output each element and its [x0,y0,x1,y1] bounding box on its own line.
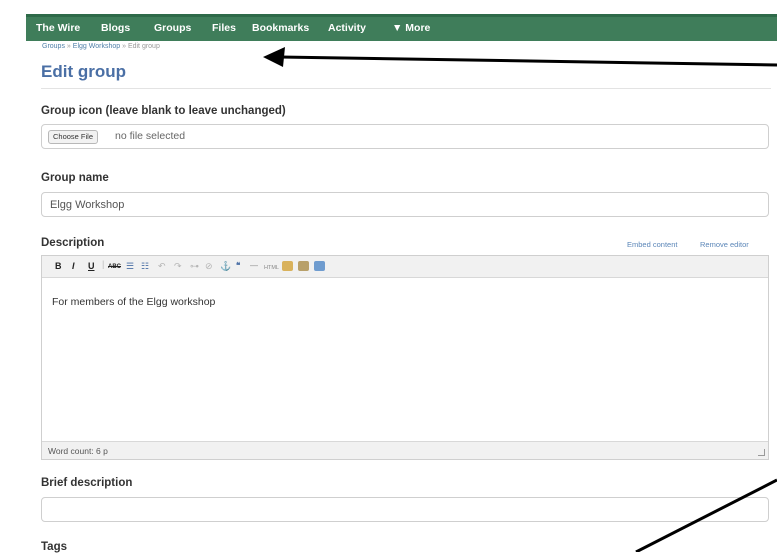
arrow-head-icon [263,47,285,67]
annotation-arrows [263,47,777,552]
arrow-line-bottom [635,478,777,552]
arrow-line-top [279,55,777,67]
